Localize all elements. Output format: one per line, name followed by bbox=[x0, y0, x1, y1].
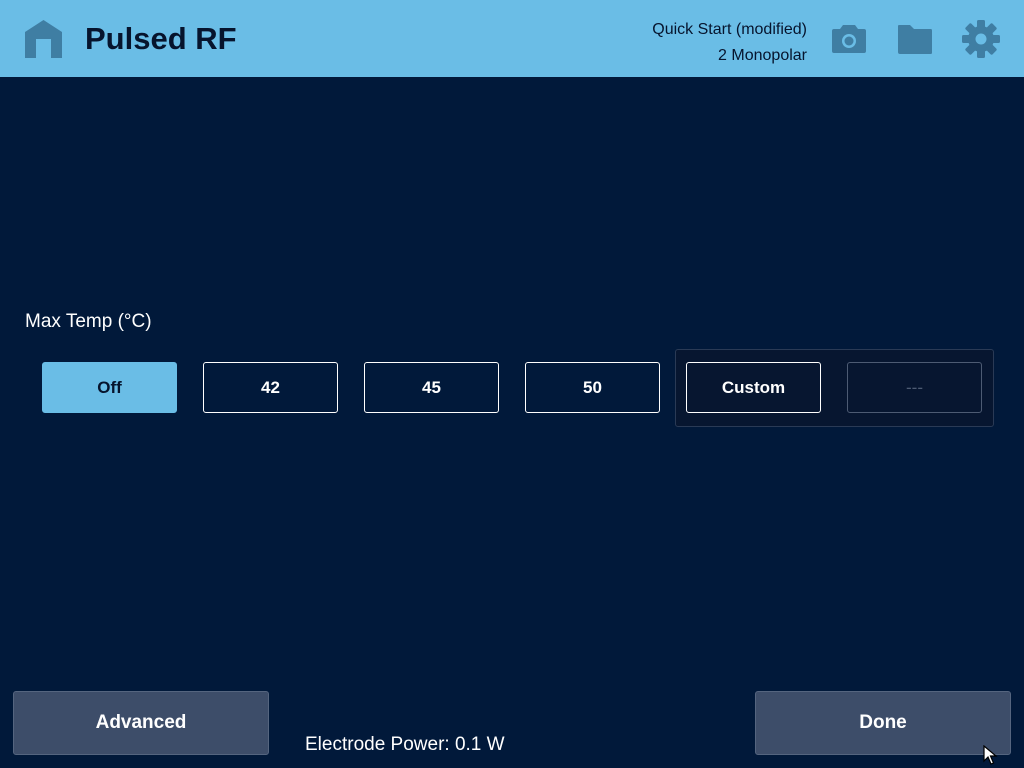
temp-option-45[interactable]: 45 bbox=[364, 362, 499, 413]
mode-label: 2 Monopolar bbox=[718, 47, 807, 64]
preset-info: Quick Start (modified) 2 Monopolar bbox=[652, 17, 807, 69]
camera-icon[interactable] bbox=[831, 24, 867, 54]
max-temp-label: Max Temp (°C) bbox=[25, 311, 152, 332]
mouse-cursor-icon bbox=[983, 745, 998, 765]
temp-option-42[interactable]: 42 bbox=[203, 362, 338, 413]
custom-temp-button[interactable]: Custom bbox=[686, 362, 821, 413]
temp-option-off[interactable]: Off bbox=[42, 362, 177, 413]
folder-icon[interactable] bbox=[897, 23, 933, 55]
gear-icon[interactable] bbox=[962, 20, 1000, 58]
preset-name: Quick Start (modified) bbox=[652, 21, 807, 38]
custom-temp-value: --- bbox=[847, 362, 982, 413]
done-button[interactable]: Done bbox=[755, 691, 1011, 755]
advanced-button[interactable]: Advanced bbox=[13, 691, 269, 755]
electrode-power-readout: Electrode Power: 0.1 W bbox=[305, 734, 505, 755]
top-bar: Pulsed RF Quick Start (modified) 2 Monop… bbox=[0, 0, 1024, 77]
temp-option-50[interactable]: 50 bbox=[525, 362, 660, 413]
home-icon[interactable] bbox=[24, 19, 63, 59]
page-title: Pulsed RF bbox=[85, 21, 237, 56]
